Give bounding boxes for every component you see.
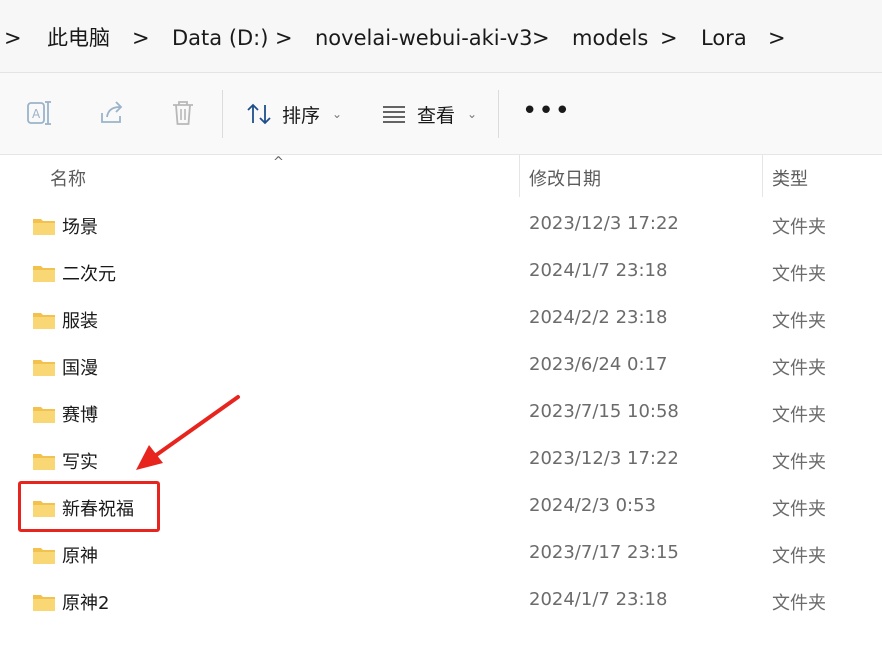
address-bar: > 此电脑 > Data (D:) > novelai-webui-aki-v3… [0, 0, 882, 72]
file-type: 文件夹 [772, 593, 826, 614]
file-date: 2024/2/2 23:18 [529, 307, 668, 328]
file-type: 文件夹 [772, 358, 826, 379]
delete-icon[interactable] [168, 98, 198, 128]
breadcrumb-item-lora[interactable]: Lora [701, 22, 747, 54]
file-date: 2023/12/3 17:22 [529, 213, 679, 234]
list-item[interactable]: 场景 2023/12/3 17:22 文件夹 [0, 202, 882, 249]
breadcrumb-item-webui-folder[interactable]: novelai-webui-aki-v3 [315, 22, 532, 54]
file-name: 赛博 [62, 405, 98, 426]
folder-icon [33, 595, 55, 611]
file-date: 2023/7/15 10:58 [529, 401, 679, 422]
sort-ascending-icon: ^ [273, 155, 284, 170]
file-date: 2023/12/3 17:22 [529, 448, 679, 469]
list-item[interactable]: 原神2 2024/1/7 23:18 文件夹 [0, 578, 882, 625]
folder-icon [33, 360, 55, 376]
breadcrumb-separator[interactable]: > [768, 22, 786, 54]
list-item[interactable]: 原神 2023/7/17 23:15 文件夹 [0, 531, 882, 578]
list-item[interactable]: 赛博 2023/7/15 10:58 文件夹 [0, 390, 882, 437]
column-header-name[interactable]: 名称 [50, 165, 86, 191]
view-icon [383, 106, 405, 123]
file-explorer-window: > 此电脑 > Data (D:) > novelai-webui-aki-v3… [0, 0, 882, 654]
breadcrumb-separator[interactable]: > [132, 22, 150, 54]
file-name: 原神 [62, 546, 98, 567]
file-date: 2024/1/7 23:18 [529, 260, 668, 281]
list-item[interactable]: 国漫 2023/6/24 0:17 文件夹 [0, 343, 882, 390]
sort-label: 排序 [282, 104, 321, 127]
file-name: 写实 [62, 452, 98, 473]
file-type: 文件夹 [772, 217, 826, 238]
svg-text:A: A [32, 107, 41, 121]
file-date: 2023/6/24 0:17 [529, 354, 668, 375]
column-resize-handle[interactable] [762, 155, 763, 197]
column-header-row: ^ 名称 修改日期 类型 [0, 155, 882, 199]
list-item[interactable]: 二次元 2024/1/7 23:18 文件夹 [0, 249, 882, 296]
file-type: 文件夹 [772, 499, 826, 520]
column-resize-handle[interactable] [519, 155, 520, 197]
file-type: 文件夹 [772, 311, 826, 332]
file-type: 文件夹 [772, 264, 826, 285]
breadcrumb-item-data-drive[interactable]: Data (D:) [172, 22, 268, 54]
sort-icon [247, 103, 271, 125]
view-button[interactable]: 查看 ⌄ [381, 95, 477, 133]
file-date: 2024/1/7 23:18 [529, 589, 668, 610]
file-date: 2024/2/3 0:53 [529, 495, 656, 516]
share-icon[interactable] [97, 98, 127, 128]
toolbar-separator [222, 90, 223, 138]
folder-icon [33, 454, 55, 470]
list-item[interactable]: 写实 2023/12/3 17:22 文件夹 [0, 437, 882, 484]
annotation-highlight-box [18, 481, 160, 532]
folder-icon [33, 548, 55, 564]
column-header-date[interactable]: 修改日期 [529, 165, 601, 191]
chevron-down-icon: ⌄ [467, 107, 478, 121]
file-type: 文件夹 [772, 452, 826, 473]
more-options-button[interactable]: ••• [522, 98, 571, 124]
toolbar-separator [498, 90, 499, 138]
file-name: 场景 [62, 217, 98, 238]
file-list: 场景 2023/12/3 17:22 文件夹 二次元 2024/1/7 23:1… [0, 202, 882, 625]
breadcrumb-item-this-pc[interactable]: 此电脑 [47, 22, 110, 54]
file-name: 二次元 [62, 264, 116, 285]
file-type: 文件夹 [772, 405, 826, 426]
list-item[interactable]: 服装 2024/2/2 23:18 文件夹 [0, 296, 882, 343]
folder-icon [33, 219, 55, 235]
file-type: 文件夹 [772, 546, 826, 567]
sort-button[interactable]: 排序 ⌄ [246, 95, 342, 133]
breadcrumb-item-models[interactable]: models [572, 22, 648, 54]
command-bar: A 排序 ⌄ 查看 ⌄ ••• [0, 73, 882, 155]
folder-icon [33, 266, 55, 282]
folder-icon [33, 407, 55, 423]
file-date: 2023/7/17 23:15 [529, 542, 679, 563]
breadcrumb-separator[interactable]: > [275, 22, 293, 54]
rename-icon[interactable]: A [24, 98, 54, 128]
view-label: 查看 [417, 104, 456, 127]
breadcrumb-separator[interactable]: > [532, 22, 550, 54]
column-header-type[interactable]: 类型 [772, 165, 808, 191]
breadcrumb-separator[interactable]: > [660, 22, 678, 54]
chevron-down-icon: ⌄ [332, 107, 343, 121]
file-name: 服装 [62, 311, 98, 332]
file-name: 原神2 [62, 593, 110, 614]
folder-icon [33, 313, 55, 329]
breadcrumb-separator[interactable]: > [4, 22, 22, 54]
file-name: 国漫 [62, 358, 98, 379]
